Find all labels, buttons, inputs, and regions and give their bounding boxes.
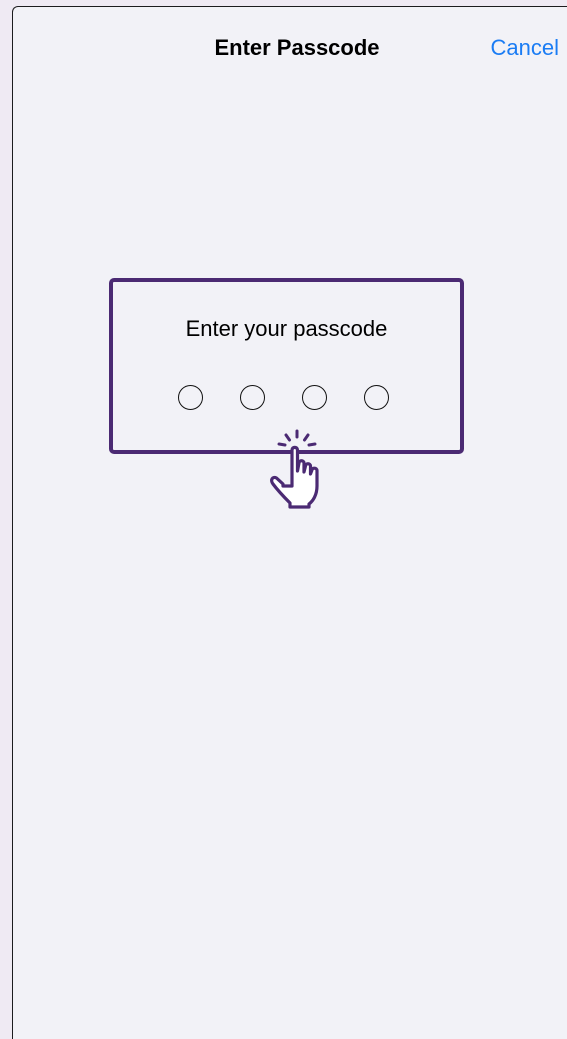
passcode-digit-2-icon xyxy=(240,385,265,410)
passcode-dots[interactable] xyxy=(113,385,460,413)
page-title: Enter Passcode xyxy=(214,35,380,60)
navigation-bar: Enter Passcode Cancel xyxy=(13,7,567,89)
cancel-button[interactable]: Cancel xyxy=(491,35,559,61)
passcode-prompt: Enter your passcode xyxy=(185,316,388,341)
passcode-digit-1-icon xyxy=(178,385,203,410)
passcode-digit-4-icon xyxy=(364,385,389,410)
app-window: Enter Passcode Cancel xyxy=(12,6,567,1039)
tap-hand-icon xyxy=(270,429,319,509)
passcode-digit-3-icon xyxy=(302,385,327,410)
